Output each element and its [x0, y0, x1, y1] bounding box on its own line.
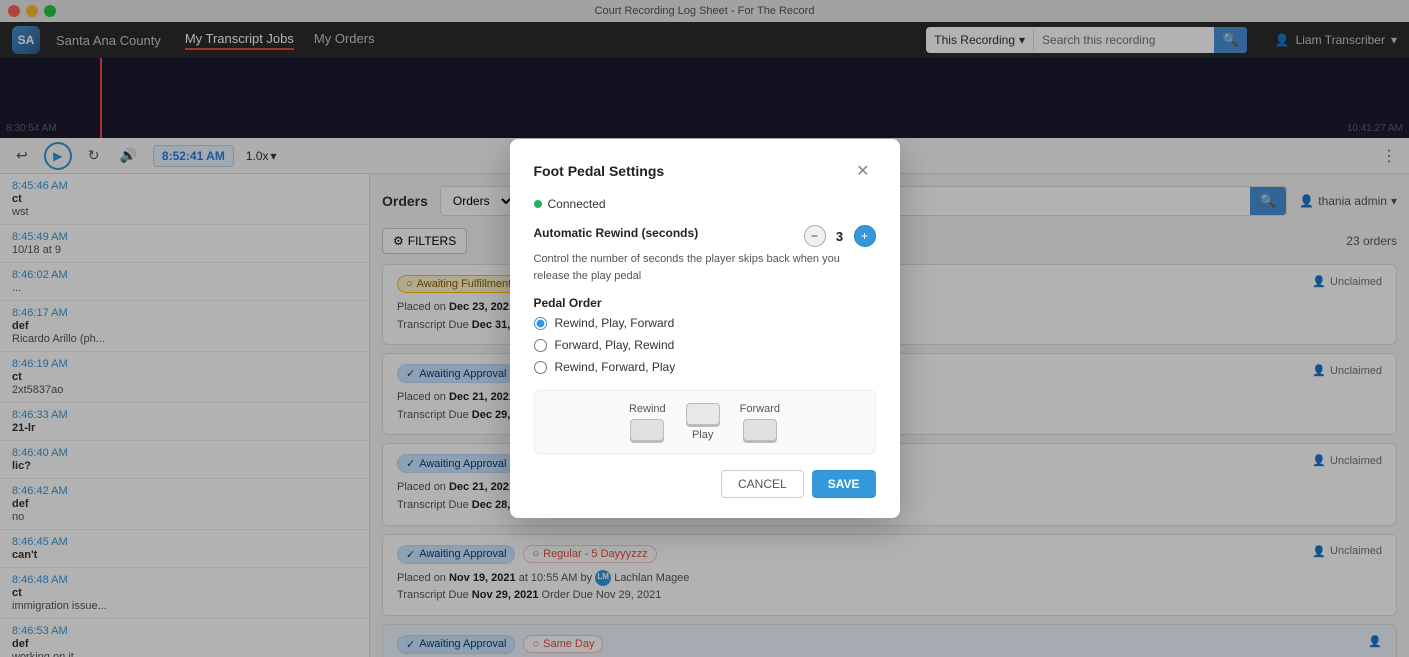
connected-label: Connected — [548, 197, 606, 211]
radio-option-3[interactable]: Rewind, Forward, Play — [534, 360, 876, 374]
cancel-button[interactable]: CANCEL — [721, 470, 804, 498]
pedal-play-label: Play — [692, 429, 713, 441]
rewind-decrease-button[interactable]: − — [804, 225, 826, 247]
pedal-order-section: Pedal Order Rewind, Play, Forward Forwar… — [534, 296, 876, 374]
radio-option-1[interactable]: Rewind, Play, Forward — [534, 316, 876, 330]
pedal-rewind-label: Rewind — [629, 403, 666, 415]
modal-header: Foot Pedal Settings ✕ — [534, 159, 876, 183]
radio-label-1: Rewind, Play, Forward — [555, 316, 675, 330]
foot-pedal-modal: Foot Pedal Settings ✕ Connected Automati… — [510, 139, 900, 518]
radio-input-1[interactable] — [534, 317, 547, 330]
radio-label-3: Rewind, Forward, Play — [555, 360, 676, 374]
pedal-order-label: Pedal Order — [534, 296, 876, 310]
modal-close-button[interactable]: ✕ — [850, 159, 875, 183]
radio-option-2[interactable]: Forward, Play, Rewind — [534, 338, 876, 352]
modal-actions: CANCEL SAVE — [534, 470, 876, 498]
pedal-play-box — [686, 403, 720, 425]
pedal-forward-box — [743, 419, 777, 441]
rewind-increase-button[interactable]: + — [854, 225, 876, 247]
rewind-value: 3 — [832, 229, 848, 244]
pedal-key-rewind: Rewind — [629, 403, 666, 441]
pedal-rewind-box — [630, 419, 664, 441]
auto-rewind-label: Automatic Rewind (seconds) — [534, 226, 699, 240]
save-button[interactable]: SAVE — [812, 470, 876, 498]
pedal-forward-label: Forward — [740, 403, 780, 415]
modal-title: Foot Pedal Settings — [534, 163, 665, 179]
connected-dot — [534, 200, 542, 208]
pedal-key-play: Play — [686, 403, 720, 441]
modal-overlay[interactable]: Foot Pedal Settings ✕ Connected Automati… — [0, 0, 1409, 657]
auto-rewind-desc: Control the number of seconds the player… — [534, 251, 876, 284]
pedal-diagram: Rewind Play Forward — [534, 390, 876, 454]
radio-input-2[interactable] — [534, 339, 547, 352]
pedal-key-forward: Forward — [740, 403, 780, 441]
rewind-controls: − 3 + — [804, 225, 876, 247]
auto-rewind-row: Automatic Rewind (seconds) − 3 + — [534, 225, 876, 247]
connected-status: Connected — [534, 197, 876, 211]
radio-label-2: Forward, Play, Rewind — [555, 338, 675, 352]
radio-input-3[interactable] — [534, 361, 547, 374]
